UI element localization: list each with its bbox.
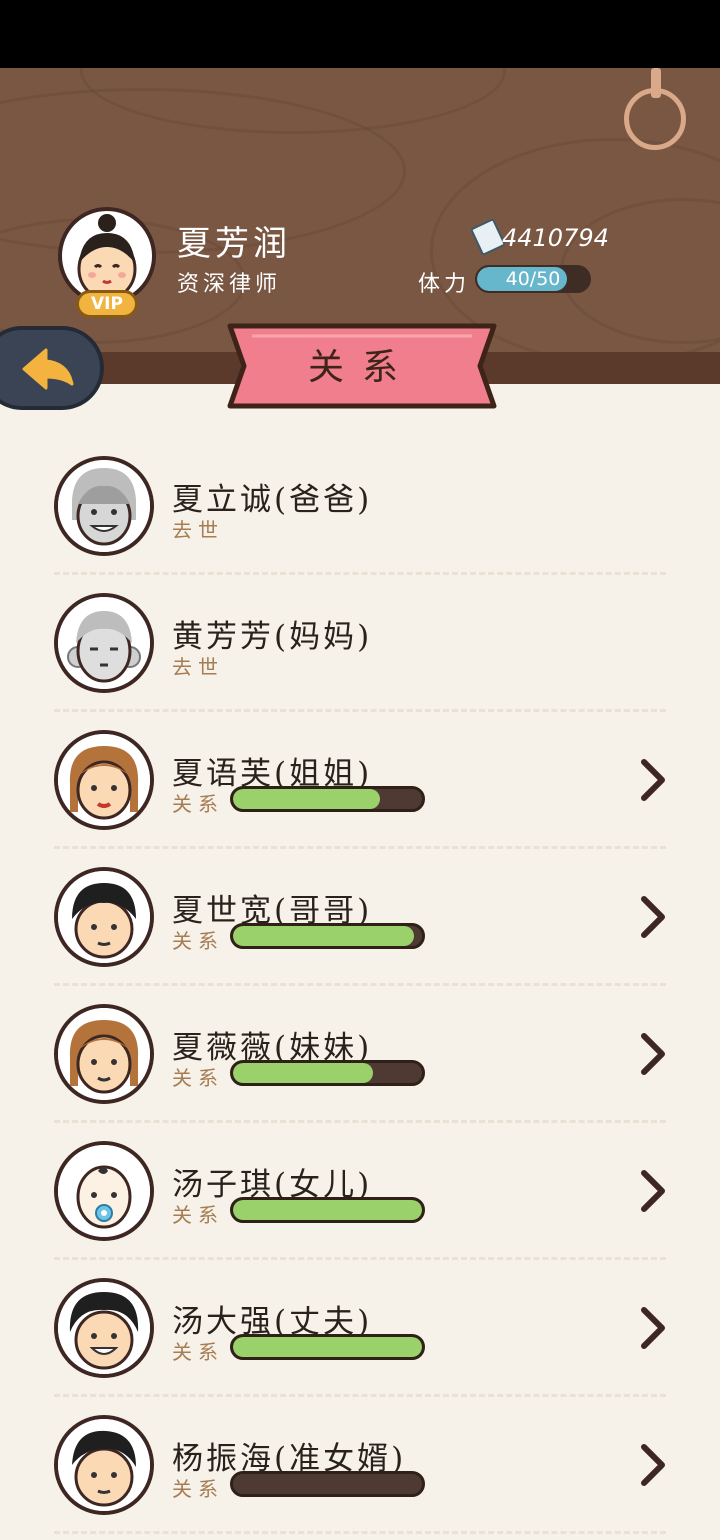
- status-bar: [0, 0, 720, 68]
- relative-avatar: [54, 1004, 154, 1104]
- relative-row[interactable]: 汤大强(丈夫) 关系: [0, 1254, 720, 1397]
- back-button[interactable]: [0, 326, 104, 410]
- relative-row: 黄芳芳(妈妈) 去世: [0, 569, 720, 712]
- relation-bar: [230, 1334, 425, 1360]
- relative-name: 黄芳芳(妈妈): [172, 619, 373, 655]
- relative-avatar: [54, 456, 154, 556]
- relative-row[interactable]: 夏语芙(姐姐) 关系: [0, 706, 720, 849]
- back-arrow-icon: [22, 348, 74, 390]
- relative-row[interactable]: 汤子琪(女儿) 关系: [0, 1117, 720, 1260]
- relative-avatar: [54, 867, 154, 967]
- relative-row[interactable]: 夏世宽(哥哥) 关系: [0, 843, 720, 986]
- relative-row[interactable]: 杨振海(准女婿) 关系: [0, 1391, 720, 1534]
- relative-avatar: [54, 730, 154, 830]
- row-divider: [54, 1531, 666, 1534]
- stamina-bar: 40/50: [475, 265, 591, 293]
- relation-label: 关系: [172, 1477, 224, 1501]
- settings-ring-icon[interactable]: [624, 88, 686, 150]
- stamina-label: 体力: [418, 272, 471, 297]
- relative-avatar: [54, 1278, 154, 1378]
- relation-bar: [230, 786, 425, 812]
- relation-bar-fill: [233, 1200, 422, 1220]
- relative-avatar: [54, 1415, 154, 1515]
- page-title: 关系: [307, 347, 416, 388]
- relation-bar-fill: [233, 789, 381, 809]
- relation-bar-fill: [233, 1063, 373, 1083]
- relative-name: 夏立诚(爸爸): [172, 482, 373, 518]
- money-amount: 4410794: [502, 224, 609, 252]
- relation-label: 关系: [172, 929, 224, 953]
- relation-label: 关系: [172, 1340, 224, 1364]
- chevron-right-icon[interactable]: [638, 895, 668, 939]
- relative-avatar: [54, 593, 154, 693]
- relation-label: 关系: [172, 1066, 224, 1090]
- vip-badge: VIP: [76, 290, 138, 318]
- chevron-right-icon[interactable]: [638, 1443, 668, 1487]
- relation-bar: [230, 1471, 425, 1497]
- chevron-right-icon[interactable]: [638, 1169, 668, 1213]
- relative-row[interactable]: 夏薇薇(妹妹) 关系: [0, 980, 720, 1123]
- relation-bar: [230, 1060, 425, 1086]
- chevron-right-icon[interactable]: [638, 1306, 668, 1350]
- relative-avatar: [54, 1141, 154, 1241]
- relation-label: 关系: [172, 1203, 224, 1227]
- relation-bar: [230, 1197, 425, 1223]
- relative-status: 去世: [172, 518, 224, 542]
- relation-bar-fill: [233, 926, 415, 946]
- relation-bar: [230, 923, 425, 949]
- stamina-value: 40/50: [505, 268, 561, 290]
- chevron-right-icon[interactable]: [638, 1032, 668, 1076]
- chevron-right-icon[interactable]: [638, 758, 668, 802]
- player-name: 夏芳润: [177, 224, 291, 264]
- relation-bar-fill: [233, 1337, 422, 1357]
- relative-status: 去世: [172, 655, 224, 679]
- player-occupation: 资深律师: [177, 272, 282, 297]
- relation-label: 关系: [172, 792, 224, 816]
- relative-row: 夏立诚(爸爸) 去世: [0, 432, 720, 575]
